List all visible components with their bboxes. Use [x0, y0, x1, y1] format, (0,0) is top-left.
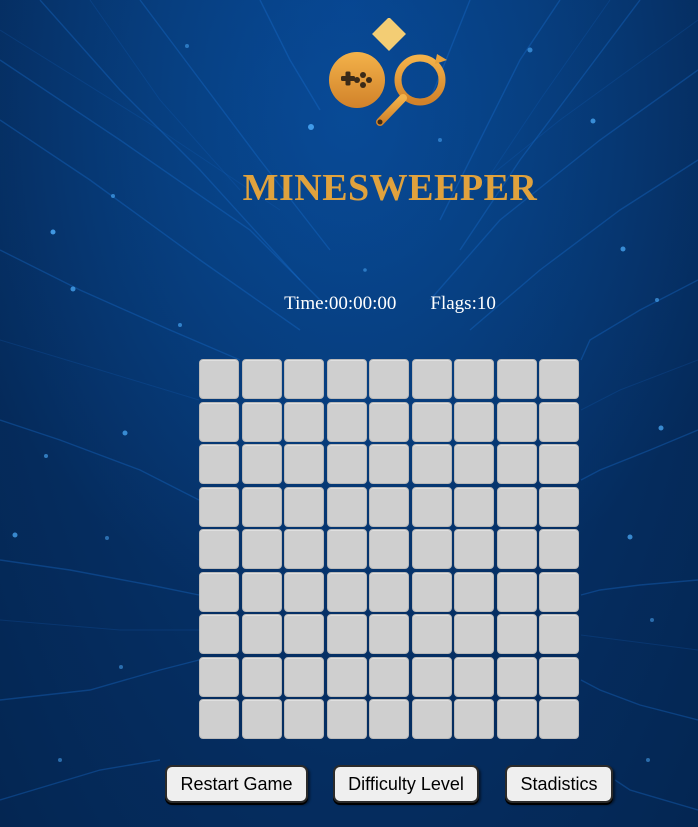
minefield-cell[interactable]	[284, 359, 324, 399]
minefield-cell[interactable]	[496, 571, 537, 612]
minefield-cell[interactable]	[411, 444, 452, 484]
minefield-cell[interactable]	[369, 359, 409, 399]
minefield-cell[interactable]	[496, 401, 537, 442]
minefield-cell[interactable]	[241, 444, 282, 484]
minefield-cell[interactable]	[199, 444, 239, 484]
minefield-grid	[199, 359, 581, 741]
minefield-cell[interactable]	[539, 656, 579, 697]
minefield-cell[interactable]	[454, 571, 494, 612]
minefield-cell[interactable]	[539, 699, 579, 739]
minefield-cell[interactable]	[539, 359, 579, 399]
minefield-cell[interactable]	[454, 699, 494, 739]
minefield-cell[interactable]	[369, 699, 409, 739]
minefield-cell[interactable]	[454, 529, 494, 569]
minefield-cell[interactable]	[241, 529, 282, 569]
minefield-cell[interactable]	[199, 486, 239, 527]
minefield-cell[interactable]	[539, 614, 579, 654]
minefield-cell[interactable]	[369, 529, 409, 569]
minefield-cell[interactable]	[369, 401, 409, 442]
minefield-cell[interactable]	[454, 614, 494, 654]
minefield-cell[interactable]	[411, 571, 452, 612]
minefield-cell[interactable]	[496, 444, 537, 484]
minefield-cell[interactable]	[284, 656, 324, 697]
minefield-cell[interactable]	[241, 401, 282, 442]
minefield-cell[interactable]	[284, 571, 324, 612]
minefield-cell[interactable]	[411, 699, 452, 739]
timer-display: Time:00:00:00	[284, 293, 397, 314]
game-logo-icon	[329, 18, 447, 126]
flags-counter: Flags:10	[430, 293, 496, 314]
minefield-cell[interactable]	[199, 359, 239, 399]
minefield-cell[interactable]	[454, 656, 494, 697]
minefield-cell[interactable]	[369, 656, 409, 697]
minefield-cell[interactable]	[199, 699, 239, 739]
minefield-cell[interactable]	[326, 614, 367, 654]
minefield-cell[interactable]	[496, 359, 537, 399]
minefield-cell[interactable]	[199, 529, 239, 569]
minefield-cell[interactable]	[539, 571, 579, 612]
minefield-cell[interactable]	[199, 614, 239, 654]
restart-game-button[interactable]: Restart Game	[165, 765, 308, 803]
minefield-cell[interactable]	[369, 614, 409, 654]
minefield-cell[interactable]	[241, 614, 282, 654]
minefield-cell[interactable]	[241, 699, 282, 739]
minefield-cell[interactable]	[539, 401, 579, 442]
minefield-cell[interactable]	[284, 529, 324, 569]
minefield-cell[interactable]	[369, 571, 409, 612]
minefield-cell[interactable]	[284, 486, 324, 527]
control-buttons: Restart Game Difficulty Level Stadistics	[0, 765, 698, 805]
minefield-cell[interactable]	[496, 486, 537, 527]
minefield-cell[interactable]	[284, 614, 324, 654]
minefield-cell[interactable]	[454, 486, 494, 527]
minefield-cell[interactable]	[411, 529, 452, 569]
minefield-cell[interactable]	[199, 656, 239, 697]
minefield-cell[interactable]	[411, 656, 452, 697]
minefield-cell[interactable]	[284, 699, 324, 739]
minefield-cell[interactable]	[241, 656, 282, 697]
minefield-cell[interactable]	[326, 699, 367, 739]
minefield-cell[interactable]	[411, 614, 452, 654]
minefield-cell[interactable]	[411, 401, 452, 442]
minefield-cell[interactable]	[284, 401, 324, 442]
minefield-cell[interactable]	[539, 444, 579, 484]
minefield-cell[interactable]	[454, 444, 494, 484]
minefield-cell[interactable]	[539, 529, 579, 569]
minefield-cell[interactable]	[496, 656, 537, 697]
minefield-cell[interactable]	[326, 486, 367, 527]
statistics-button[interactable]: Stadistics	[505, 765, 613, 803]
minefield-cell[interactable]	[326, 571, 367, 612]
minefield-cell[interactable]	[199, 401, 239, 442]
minefield-cell[interactable]	[241, 359, 282, 399]
minefield-cell[interactable]	[411, 359, 452, 399]
minefield-cell[interactable]	[326, 529, 367, 569]
minefield-cell[interactable]	[411, 486, 452, 527]
minefield-cell[interactable]	[199, 571, 239, 612]
minefield-cell[interactable]	[454, 359, 494, 399]
minefield-cell[interactable]	[496, 699, 537, 739]
status-bar: Time:00:00:00 Flags:10	[0, 293, 698, 315]
minefield-cell[interactable]	[496, 529, 537, 569]
game-title: MINESWEEPER	[242, 167, 538, 209]
minefield-cell[interactable]	[241, 486, 282, 527]
minefield-cell[interactable]	[369, 444, 409, 484]
minefield-cell[interactable]	[369, 486, 409, 527]
minefield-cell[interactable]	[326, 401, 367, 442]
minefield-cell[interactable]	[284, 444, 324, 484]
minefield-cell[interactable]	[326, 359, 367, 399]
minefield-cell[interactable]	[454, 401, 494, 442]
minefield-cell[interactable]	[326, 656, 367, 697]
difficulty-level-button[interactable]: Difficulty Level	[333, 765, 479, 803]
minefield-cell[interactable]	[496, 614, 537, 654]
minefield-cell[interactable]	[241, 571, 282, 612]
minefield-cell[interactable]	[326, 444, 367, 484]
minefield-cell[interactable]	[539, 486, 579, 527]
